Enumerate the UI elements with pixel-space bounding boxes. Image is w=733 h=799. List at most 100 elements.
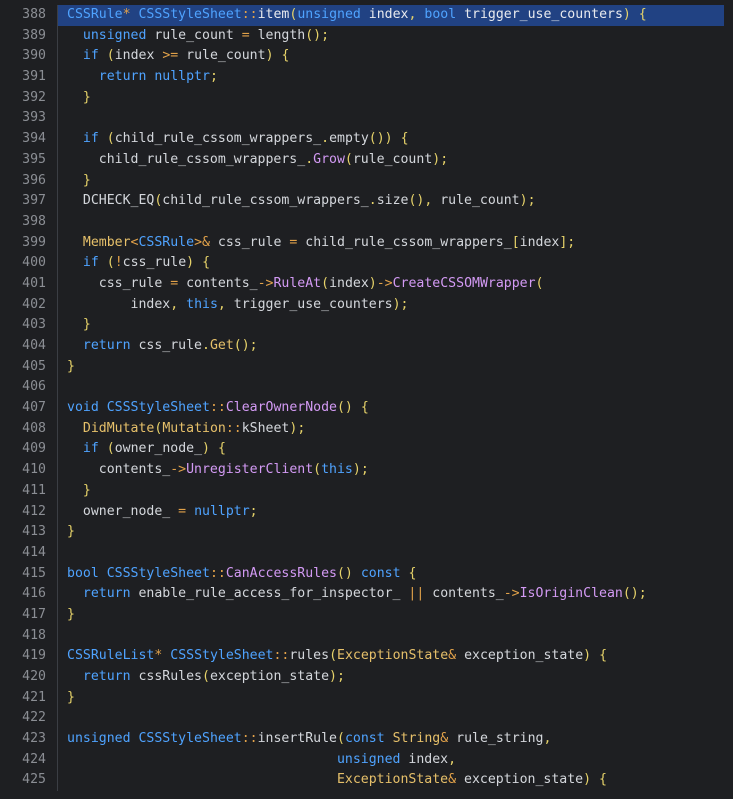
code-line[interactable]: 401 css_rule = contents_->RuleAt(index)-…	[0, 273, 733, 295]
code-line[interactable]: 421}	[0, 687, 733, 709]
indent-guide	[57, 604, 58, 626]
indent-guide	[57, 729, 58, 750]
code-line[interactable]: 400 if (!css_rule) {	[0, 253, 733, 274]
code-line[interactable]: 411 }	[0, 480, 733, 502]
code-text: return css_rule.Get();	[82, 338, 258, 353]
code-line[interactable]: 424 unsigned index,	[0, 749, 733, 771]
code-line[interactable]: 414	[0, 542, 733, 564]
code-line[interactable]: 419 CSSRuleList* CSSStyleSheet::rules(Exc…	[0, 646, 733, 667]
indent-guide	[57, 501, 58, 523]
indent-guide	[57, 191, 58, 212]
code-line[interactable]: 418	[0, 625, 733, 647]
indent-guide	[57, 708, 58, 730]
line-number: 389	[22, 27, 46, 43]
line-number: 394	[22, 131, 46, 147]
code-line[interactable]: 398	[0, 211, 733, 233]
code-line[interactable]: 404 return css_rule.Get();	[0, 336, 733, 357]
code-text: DCHECK_EQ(child_rule_cssom_wrappers_.siz…	[67, 193, 536, 209]
code-editor[interactable]: 388 CSSRule* CSSStyleSheet::item(unsigned…	[0, 0, 733, 799]
code-line[interactable]: 399 Member<CSSRule>& css_rule = child_ru…	[0, 232, 733, 254]
line-number: 402	[22, 296, 46, 312]
code-line[interactable]: 395 child_rule_cssom_wrappers_.Grow(rule…	[0, 149, 733, 171]
line-number: 393	[22, 110, 46, 126]
code-text: if (index >= rule_count) {	[82, 48, 290, 64]
code-line[interactable]: 413}	[0, 522, 733, 543]
line-number: 417	[22, 606, 46, 622]
code-line[interactable]: 425 ExceptionState& exception_state) {	[0, 770, 733, 792]
code-line[interactable]: 403 }	[0, 315, 733, 336]
code-line[interactable]: 410 contents_->UnregisterClient(this);	[0, 460, 733, 481]
code-line[interactable]: 406	[0, 377, 733, 399]
code-line[interactable]: 423 unsigned CSSStyleSheet::insertRule(co…	[0, 729, 733, 750]
code-text: if (owner_node_) {	[82, 441, 226, 457]
indent-guide	[57, 770, 58, 792]
indent-guide	[57, 108, 58, 130]
code-text: unsigned CSSStyleSheet::insertRule(const…	[67, 731, 552, 747]
code-text: css_rule = contents_->RuleAt(index)->Cre…	[67, 275, 544, 291]
code-text: return cssRules(exception_state);	[82, 669, 345, 684]
code-line[interactable]: 415 bool CSSStyleSheet::CanAccessRules() …	[0, 563, 733, 585]
code-text: index, this, trigger_use_counters);	[67, 296, 409, 312]
code-text: void CSSStyleSheet::ClearOwnerNode() {	[67, 400, 369, 416]
line-number: 392	[22, 89, 46, 105]
code-line[interactable]: 390 if (index >= rule_count) {	[0, 46, 733, 68]
indent-guide	[57, 584, 58, 605]
line-number: 397	[22, 193, 46, 209]
indent-guide	[57, 522, 58, 543]
code-line[interactable]: 392 }	[0, 87, 733, 109]
code-line[interactable]: 409 if (owner_node_) {	[0, 439, 733, 461]
code-line[interactable]: 391 return nullptr;	[0, 67, 733, 88]
line-number: 414	[22, 544, 46, 560]
indent-guide	[57, 749, 58, 771]
indent-guide	[57, 315, 58, 336]
indent-guide	[57, 418, 58, 440]
line-number: 419	[22, 648, 46, 664]
code-text: Member<CSSRule>& css_rule = child_rule_c…	[82, 234, 576, 250]
code-text: return nullptr;	[98, 69, 218, 85]
code-text: }	[82, 89, 91, 105]
code-line[interactable]: 422	[0, 708, 733, 730]
line-number: 423	[22, 731, 46, 747]
code-line[interactable]: 420 return cssRules(exception_state);	[0, 667, 733, 688]
indent-guide	[57, 232, 58, 254]
code-line[interactable]: 407 void CSSStyleSheet::ClearOwnerNode() …	[0, 398, 733, 419]
code-line[interactable]: 397 DCHECK_EQ(child_rule_cssom_wrappers_…	[0, 191, 733, 212]
indent-guide	[57, 377, 58, 399]
code-line[interactable]: 393	[0, 108, 733, 130]
code-line[interactable]: 417}	[0, 604, 733, 626]
code-text: if (!css_rule) {	[82, 255, 211, 271]
line-number: 422	[22, 710, 46, 726]
indent-guide	[57, 5, 58, 26]
line-number: 416	[22, 586, 46, 602]
code-line[interactable]: 402 index, this, trigger_use_counters);	[0, 294, 733, 316]
code-text: ExceptionState& exception_state) {	[336, 772, 607, 788]
line-number: 412	[22, 503, 46, 519]
line-number: 401	[22, 275, 46, 291]
indent-guide	[57, 149, 58, 171]
code-text: }	[82, 317, 91, 333]
code-line[interactable]: 416 return enable_rule_access_for_inspec…	[0, 584, 733, 605]
line-number: 396	[22, 172, 46, 188]
code-line[interactable]: 408 DidMutate(Mutation::kSheet);	[0, 418, 733, 440]
line-number: 424	[22, 751, 46, 767]
code-text: unsigned rule_count = length();	[82, 27, 330, 43]
code-line[interactable]: 412 owner_node_ = nullptr;	[0, 501, 733, 523]
code-text: return enable_rule_access_for_inspector_…	[82, 586, 647, 602]
code-line[interactable]: 389 unsigned rule_count = length();	[0, 25, 733, 47]
code-line[interactable]: 396 }	[0, 170, 733, 192]
line-number: 405	[22, 358, 46, 374]
line-number: 421	[22, 689, 46, 705]
code-line[interactable]: 394 if (child_rule_cssom_wrappers_.empty…	[0, 129, 733, 150]
line-number: 404	[22, 338, 46, 353]
indent-guide	[57, 129, 58, 150]
code-line[interactable]: 405}	[0, 356, 733, 378]
code-text: }	[67, 524, 75, 540]
code-text: contents_->UnregisterClient(this);	[67, 462, 369, 478]
line-number: 407	[22, 400, 46, 416]
indent-guide	[57, 625, 58, 647]
code-line[interactable]: 388 CSSRule* CSSStyleSheet::item(unsigned…	[0, 5, 733, 26]
